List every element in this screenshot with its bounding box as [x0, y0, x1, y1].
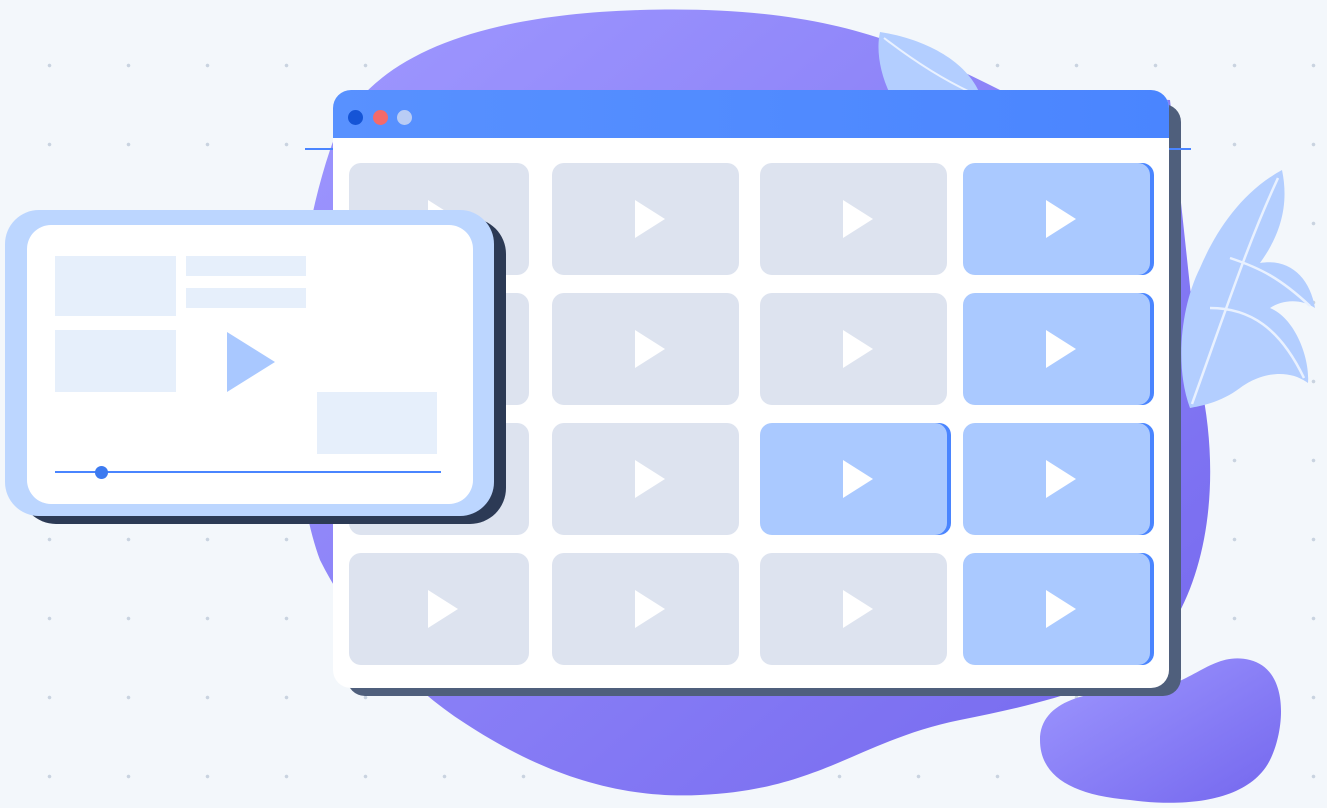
play-icon[interactable] [842, 590, 873, 628]
play-icon[interactable] [1045, 590, 1076, 628]
play-icon[interactable] [634, 330, 665, 368]
video-tile[interactable] [760, 553, 947, 665]
play-icon[interactable] [634, 460, 665, 498]
close-dot[interactable] [348, 110, 363, 125]
browser-titlebar [333, 90, 1169, 138]
video-tile[interactable] [349, 553, 529, 665]
video-tile[interactable] [760, 423, 947, 535]
progress-bar[interactable] [55, 471, 441, 473]
play-icon[interactable] [634, 200, 665, 238]
video-tile[interactable] [963, 423, 1150, 535]
leaf-right-decoration [1181, 170, 1315, 408]
play-icon[interactable] [634, 590, 665, 628]
video-tile[interactable] [552, 163, 739, 275]
placeholder-line [186, 288, 306, 308]
video-tile[interactable] [552, 293, 739, 405]
play-icon[interactable] [227, 332, 275, 392]
play-icon[interactable] [1045, 200, 1076, 238]
video-tile[interactable] [552, 423, 739, 535]
video-tile[interactable] [963, 163, 1150, 275]
placeholder-block [317, 392, 437, 454]
placeholder-block [55, 330, 176, 392]
placeholder-line [186, 256, 306, 276]
video-tile[interactable] [963, 293, 1150, 405]
play-icon[interactable] [1045, 330, 1076, 368]
play-icon[interactable] [842, 330, 873, 368]
video-tile[interactable] [760, 293, 947, 405]
video-tile[interactable] [963, 553, 1150, 665]
placeholder-block [55, 256, 176, 316]
minimize-dot[interactable] [373, 110, 388, 125]
play-icon[interactable] [842, 460, 873, 498]
video-tile[interactable] [552, 553, 739, 665]
play-icon[interactable] [842, 200, 873, 238]
maximize-dot[interactable] [397, 110, 412, 125]
leaf-top-decoration [878, 32, 980, 94]
play-icon[interactable] [428, 590, 458, 628]
play-icon[interactable] [1045, 460, 1076, 498]
video-tile[interactable] [760, 163, 947, 275]
